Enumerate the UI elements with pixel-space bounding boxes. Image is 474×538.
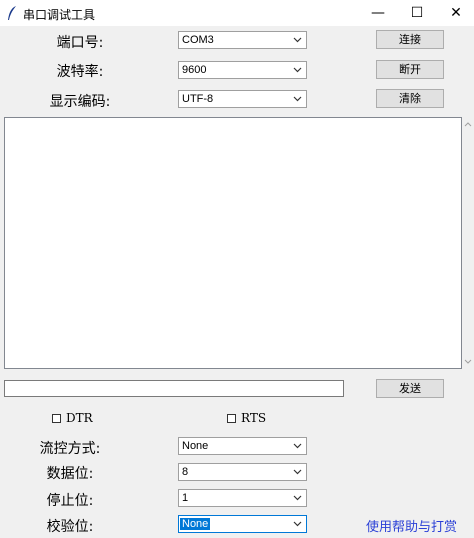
- chevron-down-icon: [293, 495, 302, 501]
- rts-checkbox-box[interactable]: [227, 414, 236, 423]
- send-button[interactable]: 发送: [376, 379, 444, 398]
- baud-select[interactable]: 9600: [178, 61, 307, 79]
- chevron-down-icon: [293, 469, 302, 475]
- dtr-checkbox-box[interactable]: [52, 414, 61, 423]
- port-select[interactable]: COM3: [178, 31, 307, 49]
- chevron-down-icon: [293, 521, 302, 527]
- databits-label: 数据位:: [46, 466, 94, 482]
- stopbits-label: 停止位:: [46, 493, 94, 509]
- send-input[interactable]: [4, 380, 344, 397]
- disconnect-button[interactable]: 断开: [376, 60, 444, 79]
- stopbits-value: 1: [182, 492, 189, 504]
- baud-value: 9600: [182, 64, 207, 76]
- chevron-down-icon: [293, 96, 302, 102]
- chevron-down-icon: [293, 67, 302, 73]
- flow-label: 流控方式:: [39, 441, 101, 457]
- databits-value: 8: [182, 466, 189, 478]
- chevron-down-icon: [293, 37, 302, 43]
- rts-label: RTS: [241, 411, 267, 425]
- encoding-value: UTF-8: [182, 93, 214, 105]
- port-label: 端口号:: [56, 35, 104, 51]
- parity-label: 校验位:: [46, 519, 94, 535]
- close-button[interactable]: ✕: [436, 0, 474, 26]
- encoding-label: 显示编码:: [49, 94, 111, 110]
- connect-button[interactable]: 连接: [376, 30, 444, 49]
- scroll-up-icon[interactable]: [464, 121, 472, 127]
- scroll-down-icon[interactable]: [464, 359, 472, 365]
- window-title: 串口调试工具: [23, 8, 96, 22]
- baud-label: 波特率:: [56, 64, 104, 80]
- title-bar: 串口调试工具 — ☐ ✕: [0, 0, 474, 26]
- parity-value: None: [180, 518, 211, 530]
- flow-select[interactable]: None: [178, 437, 307, 455]
- parity-select[interactable]: None: [178, 515, 307, 533]
- dtr-checkbox[interactable]: DTR: [52, 411, 93, 425]
- help-link[interactable]: 使用帮助与打赏: [366, 516, 457, 535]
- minimize-button[interactable]: —: [358, 0, 398, 26]
- encoding-select[interactable]: UTF-8: [178, 90, 307, 108]
- rts-checkbox[interactable]: RTS: [227, 411, 266, 425]
- maximize-button[interactable]: ☐: [397, 0, 437, 26]
- port-value: COM3: [182, 34, 214, 46]
- clear-button[interactable]: 清除: [376, 89, 444, 108]
- chevron-down-icon: [293, 443, 302, 449]
- receive-textarea[interactable]: [4, 117, 462, 369]
- databits-select[interactable]: 8: [178, 463, 307, 481]
- dtr-label: DTR: [66, 411, 93, 425]
- vertical-scrollbar[interactable]: [462, 117, 474, 369]
- stopbits-select[interactable]: 1: [178, 489, 307, 507]
- flow-value: None: [182, 440, 209, 452]
- feather-icon: [8, 6, 16, 20]
